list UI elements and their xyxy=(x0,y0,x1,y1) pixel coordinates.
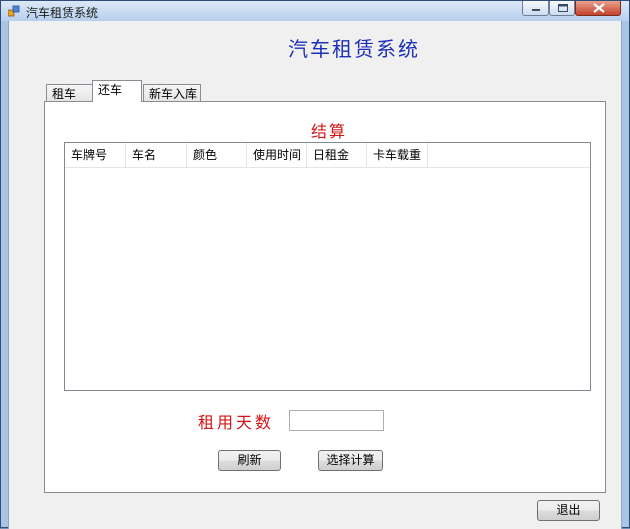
column-color[interactable]: 颜色 xyxy=(187,143,247,167)
client-area: 汽车租赁系统 租车 还车 新车入库 结算 车牌号 车名 颜色 使用时间 日租金 … xyxy=(8,21,622,529)
app-window: 汽车租赁系统 汽车租赁系统 租车 还车 新车入库 结算 车牌号 车名 颜色 使用… xyxy=(0,0,630,529)
app-heading: 汽车租赁系统 xyxy=(288,37,420,61)
refresh-button[interactable]: 刷新 xyxy=(218,450,281,471)
column-car-name[interactable]: 车名 xyxy=(126,143,187,167)
tab-return-label: 还车 xyxy=(98,83,123,97)
app-icon xyxy=(8,5,20,17)
exit-button[interactable]: 退出 xyxy=(537,500,600,521)
column-truck-load[interactable]: 卡车载重 xyxy=(367,143,428,167)
tab-rent-label: 租车 xyxy=(52,87,77,101)
column-daily-rent[interactable]: 日租金 xyxy=(307,143,367,167)
list-header: 车牌号 车名 颜色 使用时间 日租金 卡车载重 xyxy=(65,143,590,168)
tab-return[interactable]: 还车 xyxy=(92,80,142,102)
column-usage-time[interactable]: 使用时间 xyxy=(247,143,307,167)
window-title: 汽车租赁系统 xyxy=(26,6,99,20)
rented-cars-list[interactable]: 车牌号 车名 颜色 使用时间 日租金 卡车载重 xyxy=(64,142,591,391)
close-icon xyxy=(593,3,605,13)
rental-days-input[interactable] xyxy=(289,410,384,431)
maximize-button[interactable] xyxy=(549,1,575,16)
calculate-button[interactable]: 选择计算 xyxy=(318,450,383,471)
title-bar[interactable]: 汽车租赁系统 xyxy=(1,1,629,21)
rental-days-label: 租用天数 xyxy=(198,413,275,432)
maximize-icon xyxy=(558,4,568,12)
return-tab-panel: 结算 车牌号 车名 颜色 使用时间 日租金 卡车载重 租用天数 刷新 选择计算 xyxy=(44,101,606,493)
close-button[interactable] xyxy=(575,1,621,16)
minimize-icon xyxy=(532,9,540,11)
minimize-button[interactable] xyxy=(522,1,549,16)
column-plate-number[interactable]: 车牌号 xyxy=(65,143,126,167)
tab-new-car-label: 新车入库 xyxy=(149,87,198,101)
settlement-title: 结算 xyxy=(310,122,347,141)
